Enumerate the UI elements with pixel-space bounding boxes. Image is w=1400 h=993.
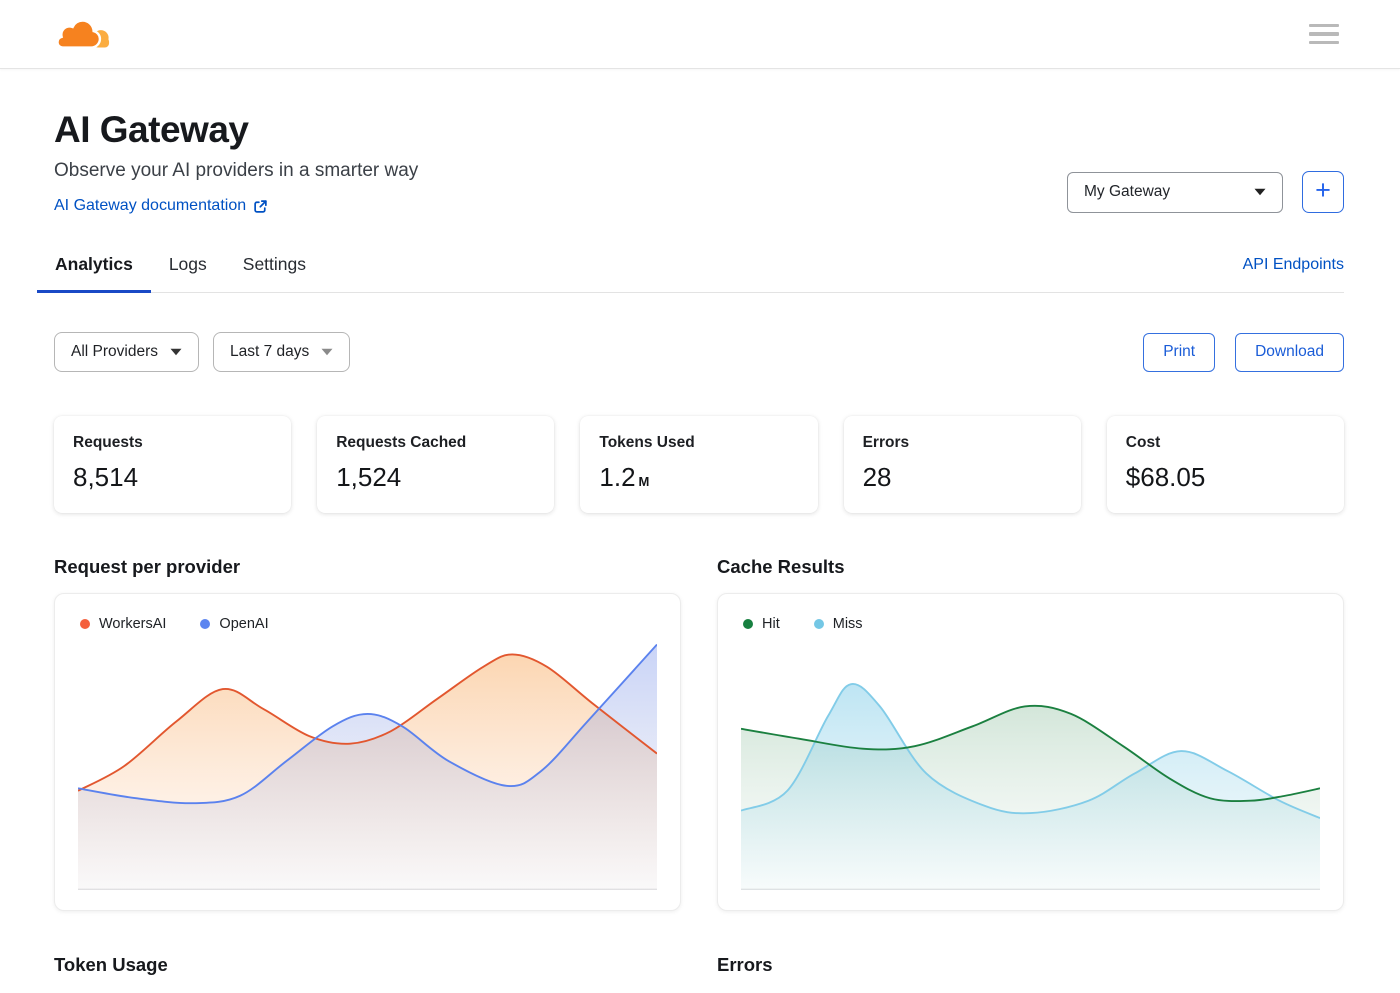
chart-column-cache-results: Cache Results Hit Miss [717, 556, 1344, 911]
chart-column-requests-per-provider: Request per provider WorkersAI OpenAI [54, 556, 681, 911]
chart-title: Request per provider [54, 556, 241, 577]
stat-card-tokens-used: Tokens Used 1.2 M [580, 416, 818, 513]
tab-bar: Analytics Logs Settings API Endpoints [37, 248, 1344, 293]
documentation-link-label: AI Gateway documentation [54, 197, 247, 214]
stat-value: 8,514 [73, 462, 139, 492]
print-button[interactable]: Print [1143, 332, 1216, 372]
legend-label: OpenAI [219, 616, 269, 632]
chart-title: Cache Results [717, 556, 845, 577]
filters-left: All Providers Last 7 days [54, 332, 351, 372]
stat-cards-row: Requests 8,514 Requests Cached 1,524 Tok… [54, 416, 1344, 513]
legend-dot-icon [200, 619, 211, 629]
gateway-select[interactable]: My Gateway [1067, 171, 1283, 213]
legend-label: Hit [762, 616, 780, 632]
cloudflare-logo-front-cloud [57, 18, 102, 49]
chevron-down-icon [321, 348, 333, 356]
add-gateway-button[interactable]: + [1302, 171, 1344, 213]
gateway-select-value: My Gateway [1084, 183, 1171, 200]
page-title: AI Gateway [54, 109, 249, 150]
legend-dot-icon [743, 619, 753, 629]
provider-filter-value: All Providers [71, 343, 158, 360]
chart-legend: WorkersAI OpenAI [80, 616, 657, 632]
filters-right: Print Download [1143, 332, 1344, 372]
legend-item-openai: OpenAI [200, 616, 269, 632]
stat-card-cost: Cost $68.05 [1106, 416, 1344, 513]
cache-results-chart [741, 683, 1320, 890]
api-endpoints-link[interactable]: API Endpoints [1243, 256, 1344, 292]
hamburger-bar [1309, 40, 1339, 45]
request-per-provider-chart-card: WorkersAI OpenAI [54, 593, 681, 911]
page-header-right: My Gateway + [1067, 171, 1344, 215]
stat-value: 28 [862, 462, 892, 492]
bottom-section-titles: Token Usage Errors [54, 954, 1344, 976]
request-per-provider-chart [78, 643, 657, 890]
plus-icon: + [1315, 175, 1331, 205]
filters-row: All Providers Last 7 days Print Download [54, 332, 1344, 372]
top-bar [0, 0, 1400, 69]
date-range-filter-value: Last 7 days [230, 343, 310, 360]
hamburger-bar [1309, 32, 1339, 36]
stat-card-requests: Requests 8,514 [54, 416, 292, 513]
page-header: AI Gateway Observe your AI providers in … [54, 109, 1344, 215]
cache-results-chart-card: Hit Miss [717, 593, 1344, 911]
legend-label: WorkersAI [99, 616, 167, 632]
documentation-link[interactable]: AI Gateway documentation [54, 197, 268, 215]
stat-card-requests-cached: Requests Cached 1,524 [317, 416, 555, 513]
hamburger-bar [1309, 23, 1339, 28]
stat-label: Requests Cached [336, 434, 467, 451]
external-link-icon [254, 199, 267, 213]
stat-value: $68.05 [1125, 462, 1206, 492]
stat-value: 1,524 [336, 462, 402, 492]
download-button[interactable]: Download [1235, 332, 1344, 372]
stat-value: 1.2 M [599, 462, 650, 492]
legend-dot-icon [813, 619, 824, 629]
stat-card-errors: Errors 28 [843, 416, 1081, 513]
hamburger-menu-button[interactable] [1305, 20, 1343, 49]
page-header-left: AI Gateway Observe your AI providers in … [54, 109, 418, 215]
chart-legend: Hit Miss [743, 616, 1320, 632]
provider-filter-dropdown[interactable]: All Providers [54, 332, 199, 372]
legend-item-miss: Miss [813, 616, 863, 632]
cloudflare-logo [57, 18, 111, 50]
tabs: Analytics Logs Settings [37, 248, 324, 293]
tab-settings[interactable]: Settings [225, 248, 324, 292]
stat-label: Tokens Used [599, 434, 695, 451]
date-range-filter-dropdown[interactable]: Last 7 days [213, 332, 351, 372]
main-content: AI Gateway Observe your AI providers in … [0, 109, 1400, 976]
legend-label: Miss [832, 616, 863, 632]
stat-label: Errors [862, 434, 910, 451]
legend-item-workersai: WorkersAI [80, 616, 166, 632]
errors-title: Errors [717, 954, 773, 975]
stat-label: Requests [73, 434, 143, 451]
tab-analytics[interactable]: Analytics [37, 248, 151, 293]
chevron-down-icon [170, 348, 182, 356]
charts-row: Request per provider WorkersAI OpenAI Cac… [54, 556, 1344, 911]
legend-dot-icon [80, 619, 90, 629]
page-subtitle: Observe your AI providers in a smarter w… [54, 160, 419, 181]
legend-item-hit: Hit [743, 616, 780, 632]
stat-label: Cost [1125, 434, 1161, 451]
tab-logs[interactable]: Logs [151, 248, 225, 292]
chevron-down-icon [1254, 188, 1266, 196]
token-usage-title: Token Usage [54, 954, 168, 975]
